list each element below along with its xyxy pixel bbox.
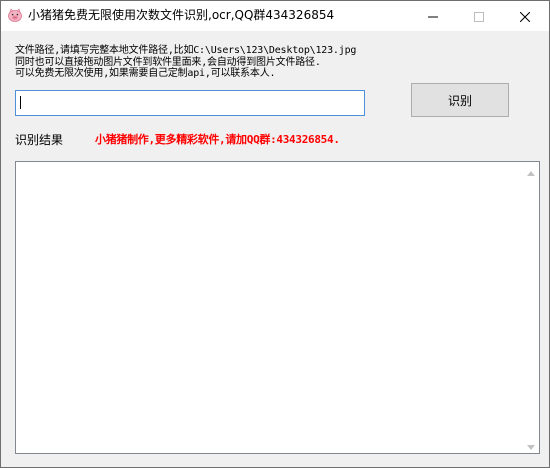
promo-text: 小猪猪制作,更多精彩软件,请加QQ群:434326854. bbox=[95, 133, 340, 146]
maximize-icon bbox=[474, 7, 484, 26]
chevron-up-icon bbox=[526, 161, 535, 180]
close-button[interactable] bbox=[502, 1, 548, 31]
recognize-button[interactable]: 识别 bbox=[411, 83, 509, 117]
scroll-down-button[interactable] bbox=[522, 436, 539, 453]
maximize-button[interactable] bbox=[456, 1, 502, 31]
result-textarea[interactable] bbox=[15, 161, 540, 454]
scroll-up-button[interactable] bbox=[522, 162, 539, 179]
instruction-line: 可以免费无限次使用,如果需要自己定制api,可以联系本人. bbox=[15, 68, 276, 79]
close-icon bbox=[519, 7, 531, 26]
vertical-scrollbar[interactable] bbox=[522, 162, 539, 453]
title-bar[interactable]: 小猪猪免费无限使用次数文件识别,ocr,QQ群434326854 bbox=[1, 1, 549, 31]
window-title: 小猪猪免费无限使用次数文件识别,ocr,QQ群434326854 bbox=[28, 8, 335, 22]
text-caret bbox=[20, 96, 21, 109]
result-label: 识别结果 bbox=[15, 133, 64, 147]
minimize-icon bbox=[428, 7, 438, 26]
chevron-down-icon bbox=[526, 435, 535, 454]
instructions-text: 文件路径,请填写完整本地文件路径,比如C:\Users\123\Desktop\… bbox=[15, 45, 356, 80]
file-path-input[interactable] bbox=[15, 90, 365, 116]
pig-icon bbox=[7, 7, 23, 23]
instruction-line: 文件路径,请填写完整本地文件路径,比如C:\Users\123\Desktop\… bbox=[15, 45, 357, 56]
client-area: 文件路径,请填写完整本地文件路径,比如C:\Users\123\Desktop\… bbox=[1, 31, 549, 467]
instruction-line: 同时也可以直接拖动图片文件到软件里面来,会自动得到图片文件路径. bbox=[15, 56, 321, 68]
app-window: 小猪猪免费无限使用次数文件识别,ocr,QQ群434326854 文件路径,请填… bbox=[0, 0, 550, 468]
minimize-button[interactable] bbox=[410, 1, 456, 31]
